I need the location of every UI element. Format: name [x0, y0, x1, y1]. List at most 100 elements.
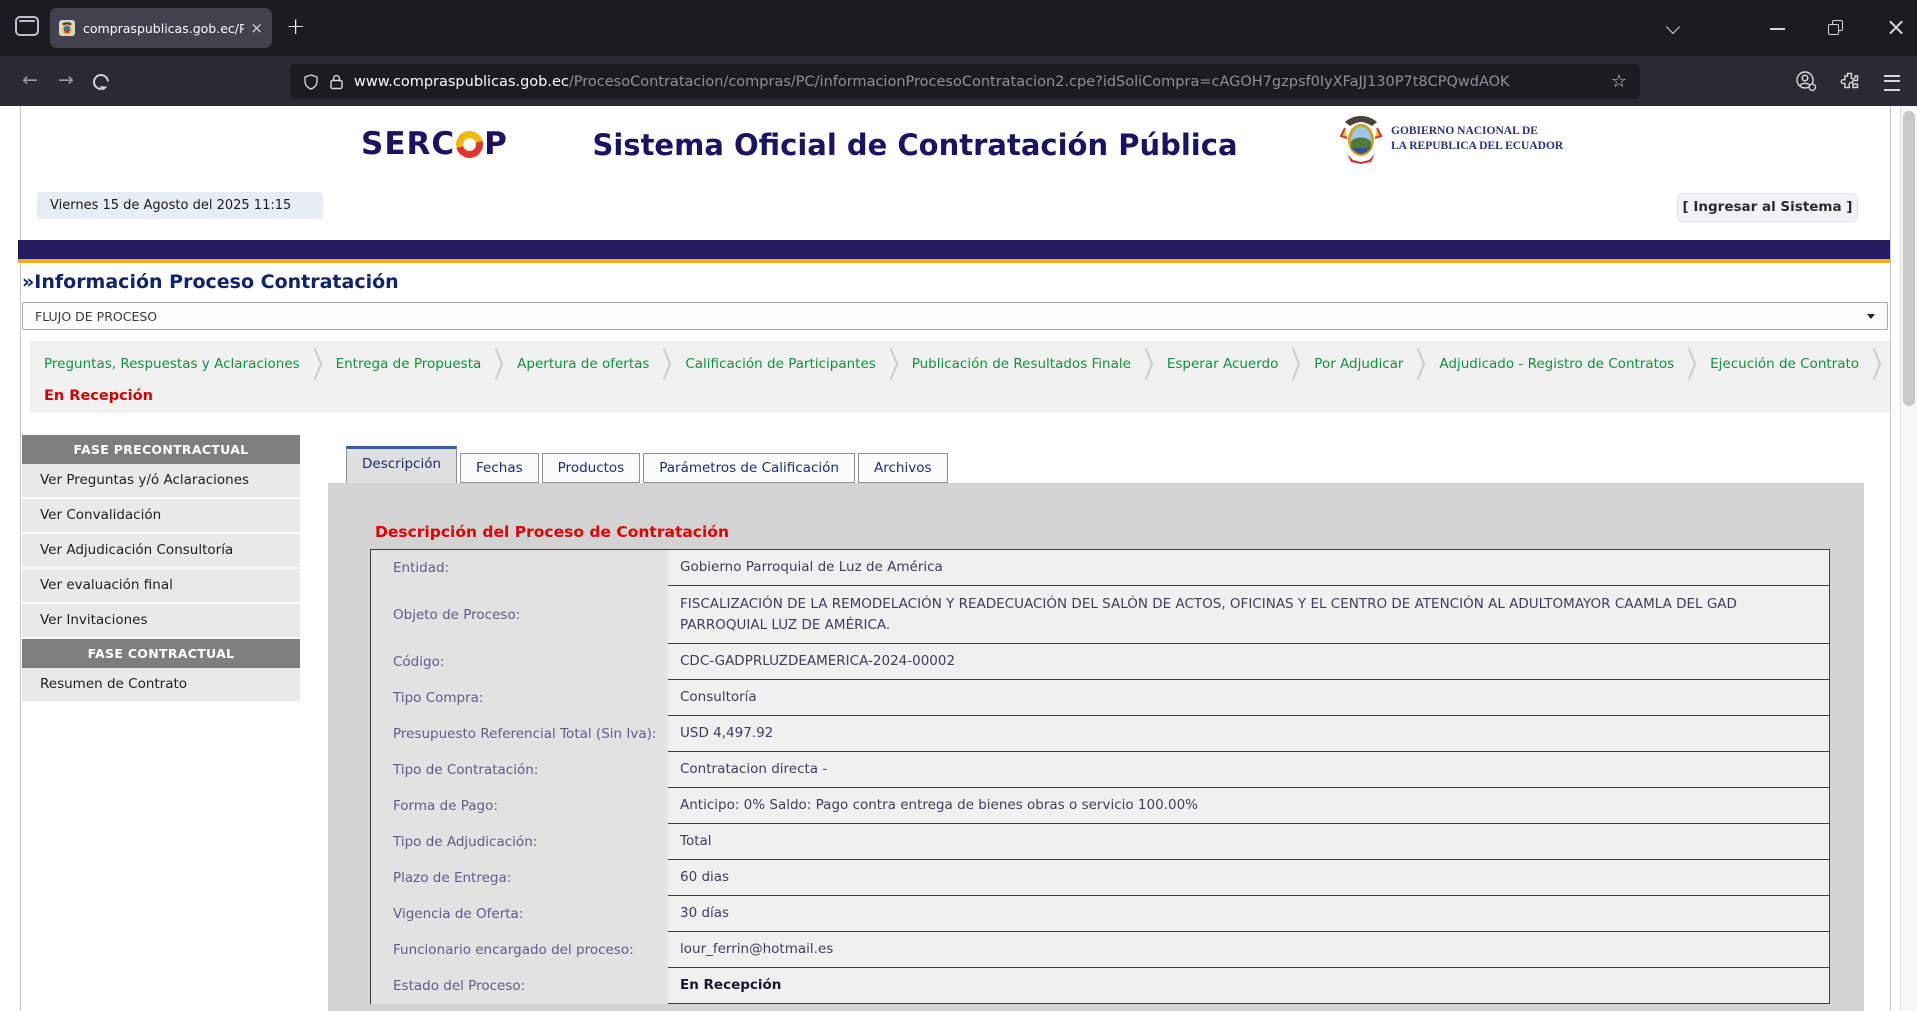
content-tabs: DescripciónFechasProductosParámetros de …: [346, 446, 951, 483]
sercop-logo-o-icon: [451, 126, 488, 163]
content-tab[interactable]: Productos: [542, 453, 641, 483]
page-title: Sistema Oficial de Contratación Pública: [505, 128, 1325, 162]
tab-title: compraspublicas.gob.ec/Proces: [83, 21, 244, 36]
content-tab[interactable]: Descripción: [346, 446, 457, 483]
header-divider-bar: [18, 240, 1890, 263]
row-value: Consultoría: [668, 680, 1829, 716]
sidebar-item[interactable]: Ver Preguntas y/ó Aclaraciones: [22, 464, 300, 499]
forward-icon[interactable]: →: [58, 69, 74, 91]
row-label: Vigencia de Oferta:: [371, 896, 668, 932]
back-icon[interactable]: ←: [22, 69, 38, 91]
row-label: Presupuesto Referencial Total (Sin Iva):: [371, 716, 668, 752]
page-content: SERCP Sistema Oficial de Contratación Pú…: [0, 106, 1917, 1011]
row-value: Contratacion directa -: [668, 752, 1829, 788]
process-step[interactable]: Por Adjudicar: [1314, 356, 1403, 372]
page-scrollbar[interactable]: [1900, 106, 1917, 1011]
content-tab[interactable]: Parámetros de Calificación: [643, 453, 855, 483]
row-label: Tipo de Contratación:: [371, 752, 668, 788]
list-tabs-chevron-icon[interactable]: [1666, 20, 1680, 34]
login-button[interactable]: [ Ingresar al Sistema ]: [1677, 193, 1858, 222]
process-step[interactable]: Esperar Acuerdo: [1167, 356, 1279, 372]
table-row: Estado del Proceso:En Recepción: [371, 968, 1829, 1004]
row-label: Forma de Pago:: [371, 788, 668, 824]
table-row: Tipo de Adjudicación:Total: [371, 824, 1829, 860]
browser-tab[interactable]: compraspublicas.gob.ec/Proces ×: [50, 8, 272, 48]
shield-icon[interactable]: [303, 74, 319, 90]
process-step[interactable]: Apertura de ofertas: [517, 356, 649, 372]
tab-bar: compraspublicas.gob.ec/Proces × + ×: [0, 0, 1917, 56]
section-title: »Información Proceso Contratación: [22, 271, 399, 293]
sidebar-item[interactable]: Ver Convalidación: [22, 499, 300, 534]
chevron-separator-icon: [1870, 349, 1884, 379]
table-row: Plazo de Entrega:60 dias: [371, 860, 1829, 896]
chevron-separator-icon: [887, 349, 901, 379]
minimize-button[interactable]: [1770, 28, 1785, 30]
process-flow-select[interactable]: FLUJO DE PROCESO: [22, 302, 1888, 330]
process-step[interactable]: Publicación de Resultados Finale: [912, 356, 1131, 372]
navigation-toolbar: ← → www.compraspublicas.gob.ec/ProcesoCo…: [0, 56, 1917, 106]
sidebar-item[interactable]: Ver Invitaciones: [22, 604, 300, 639]
government-branding: GOBIERNO NACIONAL DE LA REPUBLICA DEL EC…: [1339, 114, 1563, 164]
row-label: Tipo de Adjudicación:: [371, 824, 668, 860]
row-label: Estado del Proceso:: [371, 968, 668, 1004]
account-icon[interactable]: [1795, 70, 1817, 92]
content-tab[interactable]: Fechas: [460, 453, 539, 483]
lock-icon[interactable]: [330, 74, 343, 90]
status-text: En Recepción: [44, 388, 153, 404]
row-value: lour_ferrin@hotmail.es: [668, 932, 1829, 968]
menu-icon[interactable]: [1884, 75, 1900, 91]
table-row: Tipo Compra:Consultoría: [371, 680, 1829, 716]
table-row: Tipo de Contratación:Contratacion direct…: [371, 752, 1829, 788]
sidebar-section-header: FASE CONTRACTUAL: [22, 639, 300, 668]
extensions-puzzle-icon[interactable]: [1840, 70, 1860, 90]
process-step[interactable]: Preguntas, Respuestas y Aclaraciones: [44, 356, 300, 372]
site-favicon-icon: [59, 20, 75, 36]
chevron-separator-icon: [1685, 349, 1699, 379]
process-table: Entidad:Gobierno Parroquial de Luz de Am…: [370, 549, 1830, 1004]
process-flow-select-label: FLUJO DE PROCESO: [35, 309, 157, 324]
restore-window-button[interactable]: [1828, 20, 1844, 36]
coat-of-arms-icon: [1339, 114, 1383, 164]
process-flow-steps: Preguntas, Respuestas y Aclaraciones Entr…: [30, 341, 1890, 380]
chevron-separator-icon: [1289, 349, 1303, 379]
bookmark-star-icon[interactable]: ☆: [1611, 71, 1627, 92]
new-tab-button[interactable]: +: [286, 15, 305, 39]
sidebar-item[interactable]: Ver evaluación final: [22, 569, 300, 604]
dropdown-caret-icon: [1867, 314, 1875, 319]
table-row: Presupuesto Referencial Total (Sin Iva):…: [371, 716, 1829, 752]
table-row: Forma de Pago:Anticipo: 0% Saldo: Pago c…: [371, 788, 1829, 824]
row-label: Funcionario encargado del proceso:: [371, 932, 668, 968]
row-value: 60 dias: [668, 860, 1829, 896]
row-value: CDC-GADPRLUZDEAMERICA-2024-00002: [668, 644, 1829, 680]
row-label: Código:: [371, 644, 668, 680]
gov-line1: GOBIERNO NACIONAL DE: [1391, 124, 1563, 139]
browser-window: compraspublicas.gob.ec/Proces × + × ← → …: [0, 0, 1917, 1011]
sidebar-item[interactable]: Ver Adjudicación Consultoría: [22, 534, 300, 569]
scrollbar-thumb[interactable]: [1903, 111, 1915, 406]
row-value: USD 4,497.92: [668, 716, 1829, 752]
description-panel: Descripción del Proceso de Contratación …: [328, 483, 1864, 1011]
tab-close-icon[interactable]: ×: [250, 19, 263, 37]
chevron-separator-icon: [660, 349, 674, 379]
row-value: FISCALIZACIÓN DE LA REMODELACIÓN Y READE…: [668, 586, 1829, 644]
chevron-separator-icon: [1414, 349, 1428, 379]
row-value: En Recepción: [668, 968, 1829, 1004]
process-step[interactable]: Calificación de Participantes: [685, 356, 875, 372]
content-tab[interactable]: Archivos: [858, 453, 948, 483]
row-label: Entidad:: [371, 550, 668, 586]
sidebar-item[interactable]: Resumen de Contrato: [22, 668, 300, 703]
sercop-logo: SERCP: [361, 126, 508, 162]
process-step[interactable]: Entrega de Propuesta: [336, 356, 482, 372]
process-step[interactable]: Adjudicado - Registro de Contratos: [1439, 356, 1674, 372]
table-row: Entidad:Gobierno Parroquial de Luz de Am…: [371, 550, 1829, 586]
browser-chrome: compraspublicas.gob.ec/Proces × + × ← → …: [0, 0, 1917, 106]
firefox-view-icon[interactable]: [15, 16, 39, 36]
close-window-button[interactable]: ×: [1886, 15, 1906, 39]
url-bar[interactable]: www.compraspublicas.gob.ec/ProcesoContra…: [290, 64, 1640, 99]
table-row: Código:CDC-GADPRLUZDEAMERICA-2024-00002: [371, 644, 1829, 680]
process-step[interactable]: Ejecución de Contrato: [1710, 356, 1859, 372]
gov-line2: LA REPUBLICA DEL ECUADOR: [1391, 139, 1563, 154]
chevron-separator-icon: [492, 349, 506, 379]
reload-icon[interactable]: [90, 71, 113, 94]
table-row: Vigencia de Oferta:30 días: [371, 896, 1829, 932]
